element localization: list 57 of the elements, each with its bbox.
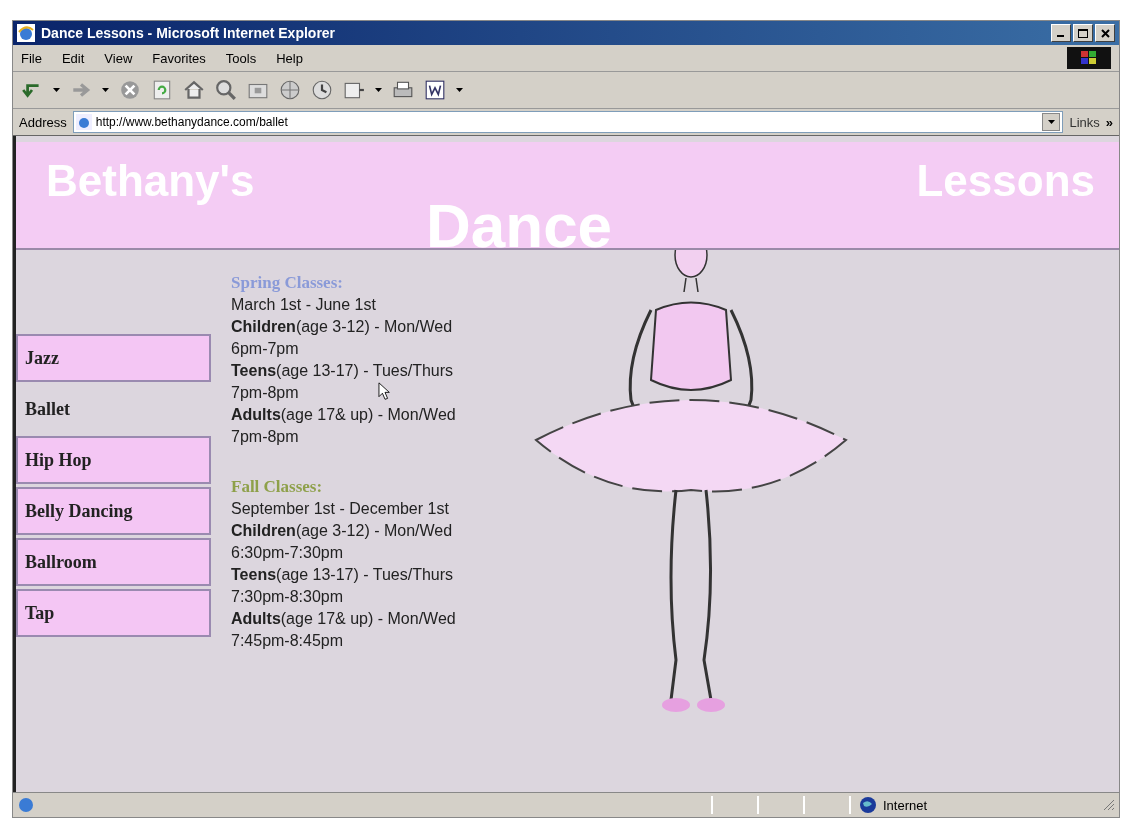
windows-logo-icon [1067, 47, 1111, 69]
globe-icon [859, 796, 877, 814]
schedule-line: March 1st - June 1st [231, 295, 376, 315]
address-label: Address [19, 114, 67, 130]
schedule-line: 6pm-7pm [231, 339, 299, 359]
mouse-cursor-icon [378, 382, 392, 401]
schedule-line: Adults(age 17& up) - Mon/Wed [231, 405, 456, 425]
schedule-line: 6:30pm-7:30pm [231, 543, 344, 563]
caret-icon[interactable] [375, 87, 382, 93]
more-button[interactable]: » [1105, 114, 1113, 130]
schedule-line: Children(age 3-12) - Mon/Wed [231, 521, 453, 541]
nav-link[interactable]: Ballet [16, 385, 211, 433]
nav-link[interactable]: Jazz [16, 334, 211, 382]
menu-item[interactable]: File [21, 50, 42, 66]
schedule-line: Teens(age 13-17) - Tues/Thurs [231, 565, 454, 585]
section-heading: Spring Classes: [231, 272, 343, 294]
schedule-line: Teens(age 13-17) - Tues/Thurs [231, 361, 454, 381]
caret-icon[interactable] [53, 87, 60, 93]
maximize-button[interactable] [1073, 24, 1093, 42]
stop-icon[interactable] [119, 79, 141, 101]
minimize-button[interactable] [1051, 24, 1071, 42]
globe-icon[interactable] [279, 79, 301, 101]
resize-grip-icon[interactable] [1103, 799, 1115, 811]
address-field[interactable]: http://www.bethanydance.com/ballet [72, 111, 1064, 133]
refresh-icon[interactable] [151, 79, 173, 101]
schedule-line: September 1st - December 1st [231, 499, 449, 519]
nav-link[interactable]: Ballroom [16, 538, 211, 586]
window-title: Dance Lessons - Microsoft Internet Explorer [41, 25, 337, 41]
history-icon[interactable] [311, 79, 333, 101]
section-heading: Fall Classes: [231, 476, 323, 498]
menu-item[interactable]: Edit [61, 50, 85, 66]
schedule-line: Adults(age 17& up) - Mon/Wed [231, 609, 456, 629]
caret-icon[interactable] [456, 87, 463, 93]
schedule-line: Children(age 3-12) - Mon/Wed [231, 317, 453, 337]
nav-link[interactable]: Belly Dancing [16, 487, 211, 535]
browser-logo-icon [17, 24, 35, 42]
caret-icon[interactable] [102, 87, 109, 93]
menu-item[interactable]: Help [276, 50, 303, 66]
nav-link[interactable]: Tap [16, 589, 211, 637]
menu-item[interactable]: Favorites [152, 50, 206, 66]
caret-icon [1047, 120, 1055, 124]
home-icon[interactable] [183, 79, 205, 101]
search-icon[interactable] [215, 79, 237, 101]
close-icon [1100, 28, 1110, 38]
word-icon[interactable] [424, 79, 446, 101]
menu-item[interactable]: View [104, 50, 133, 66]
dropdown-button[interactable] [1042, 113, 1061, 131]
schedule-line: 7:45pm-8:45pm [231, 631, 344, 651]
security-zone: Internet [883, 797, 928, 813]
close-button[interactable] [1095, 24, 1115, 42]
maximize-icon [1078, 28, 1088, 38]
schedule-line: 7pm-8pm [231, 427, 299, 447]
links-button[interactable]: Links [1069, 114, 1100, 130]
menu-item[interactable]: Tools [225, 50, 257, 66]
nav-link[interactable]: Hip Hop [16, 436, 211, 484]
schedule-line: 7pm-8pm [231, 383, 299, 403]
schedule-line: 7:30pm-8:30pm [231, 587, 344, 607]
